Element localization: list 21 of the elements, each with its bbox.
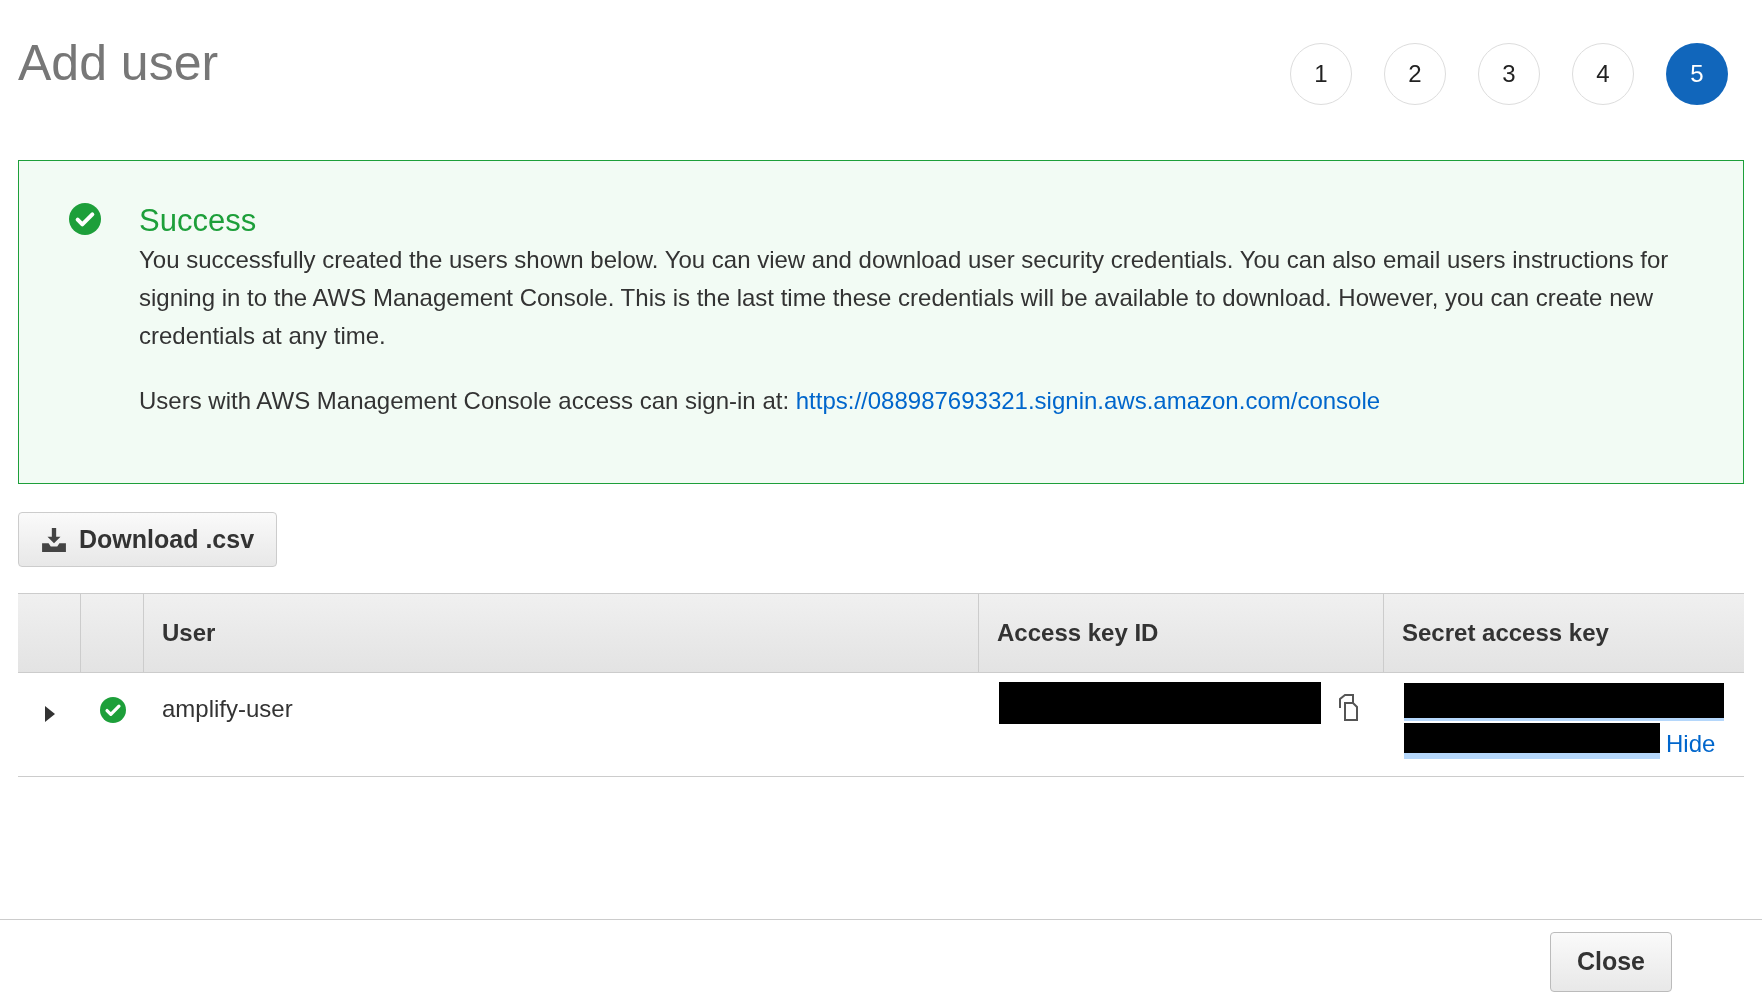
step-indicator[interactable]: 3 — [1478, 43, 1540, 105]
download-icon — [41, 526, 67, 553]
download-button[interactable]: Download .csv — [18, 512, 278, 567]
close-button[interactable]: Close — [1549, 932, 1672, 992]
table-cell-text: amplify-user — [161, 694, 294, 724]
signin-text: Users with AWS Management Console access can sign-in at: https://088987693321.signin.aws.amazon.com/console — [139, 386, 1382, 416]
step-indicator[interactable]: 1 — [1290, 43, 1352, 105]
signin-link[interactable]: https://088987693321.signin.aws.amazon.com/console — [795, 387, 1381, 414]
column-header: Secret access key — [1401, 618, 1610, 648]
column-header: Access key ID — [979, 594, 1384, 672]
step-indicator[interactable]: 5 — [1666, 43, 1728, 105]
success-icon — [69, 203, 101, 235]
success-icon — [99, 697, 126, 723]
expand-toggle-icon[interactable] — [42, 705, 57, 723]
column-header: User — [144, 594, 979, 672]
hide-link[interactable]: Hide — [1666, 729, 1716, 759]
page-title: Add user — [18, 38, 219, 88]
alert-title: Success — [139, 202, 258, 240]
step-indicator[interactable]: 4 — [1572, 43, 1634, 105]
step-indicator[interactable]: 2 — [1384, 43, 1446, 105]
alert-message: You successfully created the users shown below. You can view and download user security credentials. You can also email users instructions for signing in to the AWS Management Console. This is the last time these credentials will be available to download. However, you can create new credentials at any time. — [139, 245, 1670, 351]
